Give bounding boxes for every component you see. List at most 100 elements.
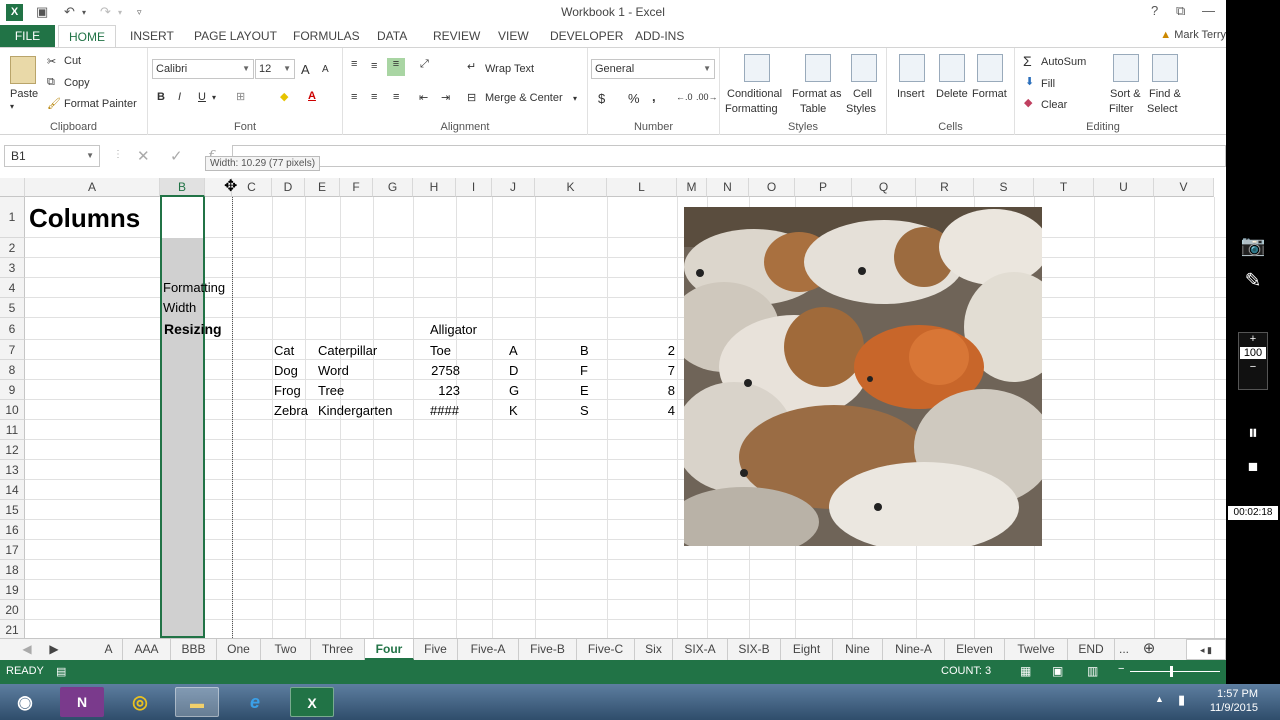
sheet-tab-bbb[interactable]: BBB bbox=[171, 639, 217, 660]
pen-icon[interactable]: ✎ bbox=[1240, 268, 1266, 293]
sheet-tab-end[interactable]: END bbox=[1068, 639, 1115, 660]
column-header-u[interactable]: U bbox=[1094, 178, 1154, 197]
increase-decimal-icon[interactable]: ←.0 bbox=[676, 92, 693, 102]
scroll-tabs-right-icon[interactable]: ▶ bbox=[44, 639, 64, 660]
cell-l8[interactable]: 7 bbox=[607, 363, 675, 378]
system-clock[interactable]: 1:57 PM 11/9/2015 bbox=[1210, 687, 1258, 715]
cell-b5[interactable]: Width bbox=[163, 300, 196, 315]
column-header-f[interactable]: F bbox=[340, 178, 373, 197]
macro-record-icon[interactable]: ▤ bbox=[56, 665, 66, 678]
wrap-text-icon[interactable]: ↵ bbox=[467, 60, 476, 73]
insert-cells-button[interactable]: Insert bbox=[897, 88, 925, 100]
delete-cells-icon[interactable] bbox=[939, 54, 965, 82]
more-sheets-button[interactable]: ... bbox=[1115, 639, 1133, 660]
column-header-m[interactable]: M bbox=[677, 178, 707, 197]
sheet-tab-eleven[interactable]: Eleven bbox=[945, 639, 1005, 660]
format-as-table-icon[interactable] bbox=[805, 54, 831, 82]
sort-filter-label[interactable]: Sort & bbox=[1110, 88, 1141, 100]
zoom-out-icon[interactable]: − bbox=[1118, 663, 1124, 675]
sheet-tab-three[interactable]: Three bbox=[311, 639, 365, 660]
delete-cells-button[interactable]: Delete bbox=[936, 88, 968, 100]
merge-center-icon[interactable]: ⊟ bbox=[467, 91, 476, 104]
row-header-8[interactable]: 8 bbox=[0, 360, 25, 380]
tab-review[interactable]: REVIEW bbox=[423, 25, 490, 48]
row-header-20[interactable]: 20 bbox=[0, 600, 25, 620]
minimize-icon[interactable]: — bbox=[1202, 3, 1215, 18]
fill-icon[interactable]: ⬇ bbox=[1025, 75, 1034, 88]
sheet-tab-nine-a[interactable]: Nine-A bbox=[883, 639, 945, 660]
row-header-17[interactable]: 17 bbox=[0, 540, 25, 560]
page-break-view-icon[interactable]: ▥ bbox=[1087, 664, 1098, 678]
zoom-slider[interactable] bbox=[1130, 671, 1220, 672]
top-align-icon[interactable]: ≡ bbox=[351, 58, 357, 70]
row-header-19[interactable]: 19 bbox=[0, 580, 25, 600]
tab-file[interactable]: FILE bbox=[0, 25, 55, 48]
cell-b6[interactable]: Resizing bbox=[164, 321, 222, 337]
number-format-dropdown[interactable]: General ▼ bbox=[591, 59, 715, 79]
cell-h6[interactable]: Alligator bbox=[430, 322, 477, 337]
format-cells-button[interactable]: Format bbox=[972, 88, 1007, 100]
format-as-table-label2[interactable]: Table bbox=[800, 103, 826, 115]
formula-input[interactable] bbox=[232, 145, 1226, 167]
align-center-icon[interactable]: ≡ bbox=[371, 91, 377, 103]
cell-d7[interactable]: Cat bbox=[274, 343, 294, 358]
column-header-g[interactable]: G bbox=[373, 178, 413, 197]
copy-icon[interactable]: ⧉ bbox=[47, 76, 55, 89]
sheet-tab-two[interactable]: Two bbox=[261, 639, 311, 660]
cell-l10[interactable]: 4 bbox=[607, 403, 675, 418]
autosum-icon[interactable]: Σ bbox=[1023, 53, 1032, 69]
align-left-icon[interactable]: ≡ bbox=[351, 91, 357, 103]
format-painter-button[interactable]: Format Painter bbox=[64, 98, 137, 110]
find-select-icon[interactable] bbox=[1152, 54, 1178, 82]
font-size-dropdown[interactable]: 12 ▼ bbox=[255, 59, 295, 79]
excel-taskbar-icon[interactable]: X bbox=[290, 687, 334, 717]
cell-styles-icon[interactable] bbox=[851, 54, 877, 82]
cell-k8[interactable]: F bbox=[580, 363, 588, 378]
cell-a1[interactable]: Columns bbox=[29, 203, 140, 234]
cell-styles-label[interactable]: Cell bbox=[853, 88, 872, 100]
align-right-icon[interactable]: ≡ bbox=[393, 91, 399, 103]
row-header-12[interactable]: 12 bbox=[0, 440, 25, 460]
cut-icon[interactable]: ✂ bbox=[47, 55, 56, 68]
stop-icon[interactable]: ⏹ bbox=[1240, 456, 1266, 479]
cell-e9[interactable]: Tree bbox=[318, 383, 344, 398]
internet-explorer-icon[interactable]: e bbox=[233, 687, 277, 717]
network-icon[interactable]: ▮ bbox=[1178, 692, 1185, 708]
column-header-l[interactable]: L bbox=[607, 178, 677, 197]
row-header-15[interactable]: 15 bbox=[0, 500, 25, 520]
cell-l9[interactable]: 8 bbox=[607, 383, 675, 398]
sheet-tab-six[interactable]: Six bbox=[635, 639, 673, 660]
cell-l7[interactable]: 2 bbox=[607, 343, 675, 358]
font-name-dropdown[interactable]: Calibri ▼ bbox=[152, 59, 254, 79]
clear-button[interactable]: Clear bbox=[1041, 99, 1067, 111]
zoom-minus-button[interactable]: − bbox=[1239, 361, 1267, 373]
row-header-11[interactable]: 11 bbox=[0, 420, 25, 440]
paste-button[interactable]: Paste bbox=[10, 88, 38, 100]
shrink-font-button[interactable]: A bbox=[322, 64, 329, 75]
scroll-tabs-left-icon[interactable]: ◀ bbox=[20, 639, 34, 660]
tab-home[interactable]: HOME bbox=[58, 25, 116, 48]
cell-d8[interactable]: Dog bbox=[274, 363, 298, 378]
sheet-tab-eight[interactable]: Eight bbox=[781, 639, 833, 660]
sheet-tab-five-a[interactable]: Five-A bbox=[458, 639, 519, 660]
column-header-r[interactable]: R bbox=[916, 178, 974, 197]
cell-e8[interactable]: Word bbox=[318, 363, 349, 378]
fill-button[interactable]: Fill bbox=[1041, 78, 1055, 90]
cell-h8[interactable]: 2758 bbox=[413, 363, 460, 378]
row-header-10[interactable]: 10 bbox=[0, 400, 25, 420]
row-header-2[interactable]: 2 bbox=[0, 238, 25, 258]
merge-center-button[interactable]: Merge & Center bbox=[485, 92, 563, 104]
row-header-9[interactable]: 9 bbox=[0, 380, 25, 400]
cell-b4[interactable]: Formatting bbox=[163, 280, 225, 295]
column-header-t[interactable]: T bbox=[1034, 178, 1094, 197]
cell-d9[interactable]: Frog bbox=[274, 383, 301, 398]
sheet-tab-five-c[interactable]: Five-C bbox=[577, 639, 635, 660]
conditional-formatting-label[interactable]: Conditional bbox=[727, 88, 782, 100]
find-select-label2[interactable]: Select bbox=[1147, 103, 1178, 115]
sheet-tab-twelve[interactable]: Twelve bbox=[1005, 639, 1068, 660]
underline-dropdown-icon[interactable]: ▾ bbox=[212, 93, 216, 102]
row-header-18[interactable]: 18 bbox=[0, 560, 25, 580]
row-header-21[interactable]: 21 bbox=[0, 620, 25, 638]
sheet-tab-six-b[interactable]: SIX-B bbox=[728, 639, 781, 660]
selected-column-b[interactable] bbox=[160, 197, 205, 638]
